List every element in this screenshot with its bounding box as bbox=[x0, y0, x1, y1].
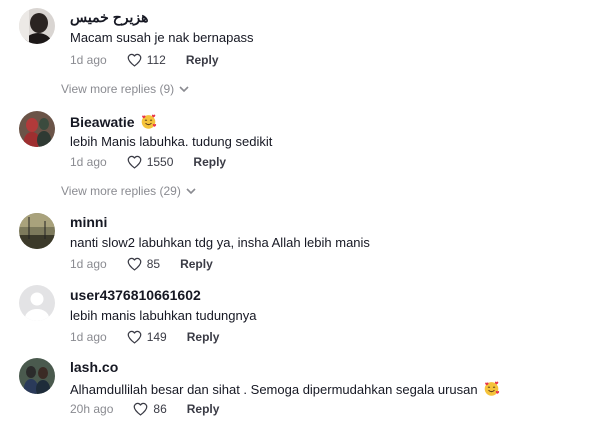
comment-meta: 1d ago 1550 Reply bbox=[70, 154, 226, 170]
view-more-replies-button[interactable]: View more replies (29) bbox=[61, 184, 196, 198]
comment-meta: 1d ago 149 Reply bbox=[70, 329, 219, 345]
comment-text-content: Alhamdullilah besar dan sihat . Semoga d… bbox=[70, 382, 478, 397]
like-button[interactable]: 149 bbox=[127, 330, 167, 344]
heart-outline-icon bbox=[127, 155, 142, 169]
comment-meta: 1d ago 85 Reply bbox=[70, 256, 213, 272]
like-button[interactable]: 85 bbox=[127, 257, 160, 271]
heart-outline-icon bbox=[134, 402, 148, 416]
reply-button[interactable]: Reply bbox=[186, 53, 219, 67]
smiling-face-with-hearts-emoji bbox=[142, 114, 157, 129]
comment-text: lebih manis labuhkan tudungnya bbox=[70, 308, 257, 323]
comment-text: lebih Manis labuhka. tudung sedikit bbox=[70, 134, 273, 149]
like-count: 112 bbox=[146, 53, 166, 67]
avatar[interactable] bbox=[19, 8, 55, 44]
comment-meta: 1d ago 112 Reply bbox=[70, 52, 219, 68]
comment-time: 20h ago bbox=[70, 402, 114, 416]
comment-meta: 20h ago 86 Reply bbox=[70, 401, 219, 417]
like-count: 149 bbox=[146, 330, 167, 344]
comment-text: Macam susah je nak bernapass bbox=[70, 30, 254, 45]
view-more-replies-label: View more replies (29) bbox=[61, 184, 181, 198]
avatar[interactable] bbox=[19, 213, 55, 249]
comment-username[interactable]: user4376810661602 bbox=[70, 287, 201, 303]
chevron-down-icon bbox=[179, 86, 189, 93]
smiling-face-with-hearts-emoji bbox=[484, 381, 500, 396]
like-count: 1550 bbox=[146, 155, 174, 169]
chevron-down-icon bbox=[186, 188, 196, 195]
avatar[interactable] bbox=[19, 358, 55, 394]
heart-outline-icon bbox=[127, 53, 142, 67]
like-button[interactable]: 86 bbox=[133, 402, 167, 416]
avatar[interactable] bbox=[19, 111, 55, 147]
view-more-replies-label: View more replies (9) bbox=[61, 82, 175, 96]
comment-username[interactable]: Bieawatie bbox=[70, 113, 157, 130]
comment-username[interactable]: lash.co bbox=[70, 359, 118, 375]
comment-time: 1d ago bbox=[70, 155, 107, 169]
like-button[interactable]: 112 bbox=[127, 53, 166, 67]
comment-username-text: Bieawatie bbox=[70, 114, 135, 130]
reply-button[interactable]: Reply bbox=[187, 402, 220, 416]
comment-time: 1d ago bbox=[70, 330, 107, 344]
like-count: 86 bbox=[153, 402, 167, 416]
avatar[interactable] bbox=[19, 285, 55, 321]
comment-text: nanti slow2 labuhkan tdg ya, insha Allah… bbox=[70, 235, 370, 250]
comment-username[interactable]: هزيرح خميس bbox=[70, 9, 148, 26]
comment-time: 1d ago bbox=[70, 53, 107, 67]
reply-button[interactable]: Reply bbox=[187, 330, 220, 344]
heart-outline-icon bbox=[127, 257, 142, 271]
comment-text: Alhamdullilah besar dan sihat . Semoga d… bbox=[70, 380, 500, 397]
heart-outline-icon bbox=[127, 330, 142, 344]
like-button[interactable]: 1550 bbox=[127, 155, 174, 169]
view-more-replies-button[interactable]: View more replies (9) bbox=[61, 82, 189, 96]
reply-button[interactable]: Reply bbox=[193, 155, 226, 169]
comment-time: 1d ago bbox=[70, 257, 107, 271]
comment-username[interactable]: minni bbox=[70, 214, 107, 230]
like-count: 85 bbox=[146, 257, 161, 271]
reply-button[interactable]: Reply bbox=[180, 257, 213, 271]
